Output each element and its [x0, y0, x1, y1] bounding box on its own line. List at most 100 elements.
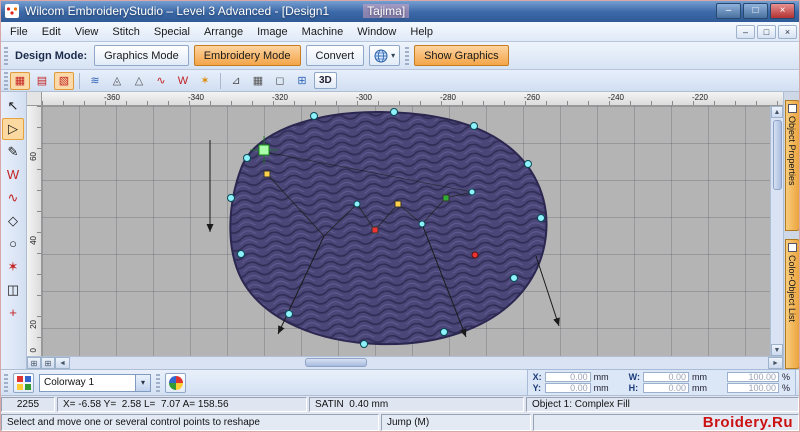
scale-y-field[interactable]: 100.00: [726, 383, 779, 393]
color-wheel-icon: [168, 375, 183, 390]
menu-stitch[interactable]: Stitch: [105, 24, 147, 40]
child-minimize-button[interactable]: –: [736, 24, 755, 39]
status-bar: 2255 X= -6.58 Y= 2.58 L= 7.07 A= 158.56 …: [0, 395, 800, 413]
colorway-editor-button[interactable]: [13, 372, 34, 393]
vertical-ruler: 60 40 20 0: [27, 106, 42, 356]
tab-color-object-list[interactable]: Color-Object List: [784, 238, 800, 369]
object-properties-icon: [787, 104, 797, 113]
x-unit: mm: [593, 372, 609, 382]
vertical-scroll-track[interactable]: [771, 118, 783, 344]
star-fill-icon[interactable]: ✶: [195, 72, 215, 90]
y-position-field[interactable]: 0.00: [544, 383, 591, 393]
offset-fill-icon[interactable]: △: [129, 72, 149, 90]
ruler-icon[interactable]: ⊿: [226, 72, 246, 90]
chevron-down-icon[interactable]: ▾: [135, 374, 150, 391]
docked-panel-tabs: Object Properties Color-Object List: [783, 92, 800, 369]
ruler-tick: 40: [29, 236, 38, 245]
lettering-tool[interactable]: W: [2, 164, 24, 186]
menu-bar: File Edit View Stitch Special Arrange Im…: [0, 22, 800, 42]
overview-window-icon[interactable]: ⊞: [292, 72, 312, 90]
closed-shape-tool[interactable]: ◇: [2, 210, 24, 232]
menu-help[interactable]: Help: [403, 24, 440, 40]
stitch-type-info: SATIN 0.40 mm: [309, 397, 524, 412]
satin-fill-icon[interactable]: ▤: [32, 72, 52, 90]
color-wheel-button[interactable]: [165, 372, 186, 393]
run-stitch-tool[interactable]: ∿: [2, 187, 24, 209]
child-restore-button[interactable]: □: [757, 24, 776, 39]
globe-icon: [374, 49, 388, 62]
scroll-down-button[interactable]: ▼: [771, 344, 783, 356]
scale-x-field[interactable]: 100.00: [726, 372, 779, 382]
contour-fill-icon[interactable]: ≋: [85, 72, 105, 90]
y-label: Y:: [532, 383, 541, 393]
child-close-button[interactable]: ×: [778, 24, 797, 39]
menu-window[interactable]: Window: [350, 24, 403, 40]
grid-icon[interactable]: ▦: [248, 72, 268, 90]
reshape-tool[interactable]: ▷: [2, 118, 24, 140]
embroidery-mode-button[interactable]: Embroidery Mode: [193, 45, 301, 66]
horizontal-scroll-thumb[interactable]: [305, 358, 367, 367]
ellipse-tool[interactable]: ○: [2, 233, 24, 255]
menu-image[interactable]: Image: [250, 24, 295, 40]
convert-button[interactable]: Convert: [305, 45, 365, 66]
hoop-globe-button[interactable]: ▾: [369, 45, 401, 66]
toolbar-separator: [79, 72, 80, 89]
tatami-fill-icon[interactable]: ▦: [10, 71, 30, 90]
minimize-button[interactable]: –: [716, 3, 741, 19]
embroidery-design[interactable]: [42, 106, 770, 356]
select-tool[interactable]: ↖: [2, 95, 24, 117]
toolbar-grip[interactable]: [4, 373, 8, 392]
hoop-icon[interactable]: ◻: [270, 72, 290, 90]
window-title-machine: Tajima]: [363, 4, 410, 18]
toolbar-grip[interactable]: [4, 71, 8, 90]
open-object-tool[interactable]: ✎: [2, 141, 24, 163]
toolbar-grip[interactable]: [4, 46, 8, 65]
horizontal-scroll-track[interactable]: [70, 357, 768, 369]
star-tool[interactable]: ✶: [2, 256, 24, 278]
menu-file[interactable]: File: [3, 24, 35, 40]
toolbar-grip[interactable]: [156, 373, 160, 392]
menu-edit[interactable]: Edit: [35, 24, 68, 40]
ruler-tick: -260: [523, 93, 541, 102]
florentine-effect-icon[interactable]: W: [173, 72, 193, 90]
complex-fill-object[interactable]: [229, 110, 548, 346]
tab-object-properties[interactable]: Object Properties: [784, 100, 800, 231]
scroll-right-button[interactable]: ►: [768, 357, 783, 369]
stitch-count: 2255: [1, 397, 55, 412]
vertical-scrollbar[interactable]: ▲ ▼: [770, 106, 783, 356]
graphics-mode-button[interactable]: Graphics Mode: [94, 45, 189, 66]
mirror-merge-tool[interactable]: ◫: [2, 279, 24, 301]
split-pane-button[interactable]: ⊞: [27, 357, 41, 369]
colorway-select[interactable]: Colorway 1 ▾: [39, 373, 151, 392]
width-field[interactable]: 0.00: [642, 372, 689, 382]
3d-view-button[interactable]: 3D: [314, 72, 337, 89]
measure-tool[interactable]: +: [2, 302, 24, 324]
fusion-fill-icon[interactable]: ◬: [107, 72, 127, 90]
hint-bar: Select and move one or several control p…: [0, 413, 800, 432]
toolbar-grip[interactable]: [405, 46, 410, 65]
height-field[interactable]: 0.00: [642, 383, 689, 393]
ruler-tick: -280: [439, 93, 457, 102]
ruler-tick: -220: [691, 93, 709, 102]
wave-effect-icon[interactable]: ∿: [151, 72, 171, 90]
show-graphics-button[interactable]: Show Graphics: [414, 45, 509, 66]
toolbox: ↖ ▷ ✎ W ∿ ◇ ○ ✶ ◫ +: [0, 92, 27, 369]
tab-label: Color-Object List: [787, 254, 797, 322]
scroll-left-button[interactable]: ◄: [55, 357, 70, 369]
ruler-tick: 60: [29, 152, 38, 161]
menu-arrange[interactable]: Arrange: [197, 24, 250, 40]
split-pane-button-2[interactable]: ⊞: [41, 357, 55, 369]
horizontal-scrollbar[interactable]: ⊞ ⊞ ◄ ►: [27, 356, 783, 369]
motif-fill-icon[interactable]: ▧: [54, 71, 74, 90]
design-canvas[interactable]: [42, 106, 770, 356]
close-button[interactable]: ×: [770, 3, 795, 19]
menu-machine[interactable]: Machine: [295, 24, 351, 40]
ruler-tick: -360: [103, 93, 121, 102]
scroll-up-button[interactable]: ▲: [771, 106, 783, 118]
x-position-field[interactable]: 0.00: [544, 372, 591, 382]
maximize-button[interactable]: □: [743, 3, 768, 19]
menu-view[interactable]: View: [68, 24, 106, 40]
ruler-tick: -340: [187, 93, 205, 102]
vertical-scroll-thumb[interactable]: [772, 120, 782, 190]
menu-special[interactable]: Special: [147, 24, 197, 40]
